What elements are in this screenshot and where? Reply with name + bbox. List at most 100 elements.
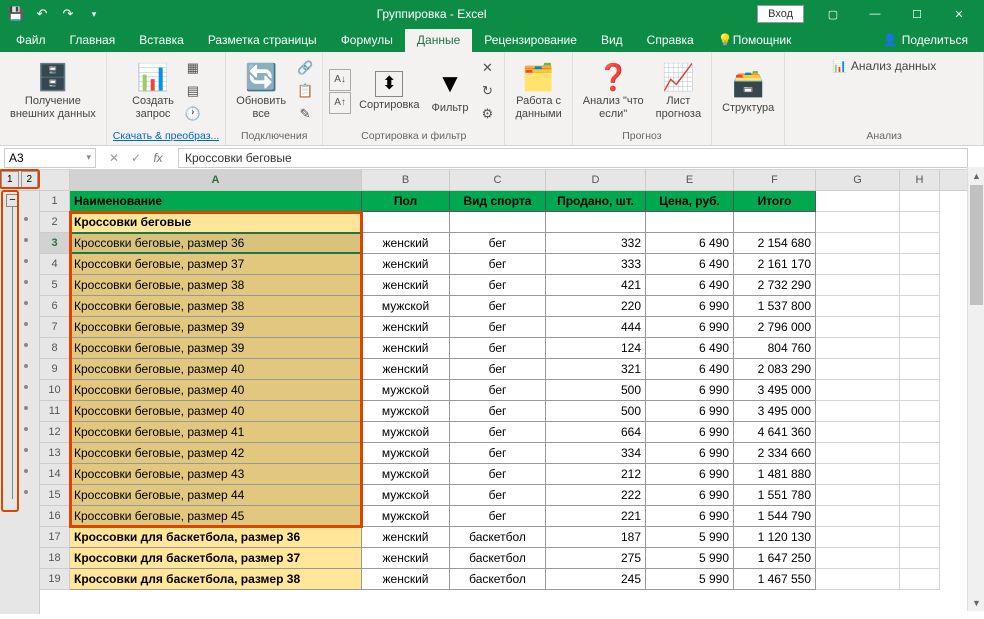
data-cell[interactable]: мужской (362, 443, 450, 464)
login-button[interactable]: Вход (757, 5, 804, 23)
empty-cell[interactable] (816, 464, 900, 485)
data-cell[interactable]: 5 990 (646, 548, 734, 569)
row-header[interactable]: 4 (40, 254, 70, 275)
data-cell[interactable]: баскетбол (450, 569, 546, 590)
connections-icon[interactable]: 🔗 (294, 57, 316, 79)
empty-cell[interactable] (816, 191, 900, 212)
name-cell[interactable]: Кроссовки беговые, размер 43 (70, 464, 362, 485)
data-cell[interactable]: 6 990 (646, 317, 734, 338)
row-header[interactable]: 16 (40, 506, 70, 527)
recent-sources-icon[interactable]: 🕐 (182, 103, 204, 125)
name-cell[interactable]: Кроссовки беговые, размер 38 (70, 275, 362, 296)
row-header[interactable]: 14 (40, 464, 70, 485)
empty-cell[interactable] (546, 212, 646, 233)
row-header[interactable]: 17 (40, 527, 70, 548)
data-cell[interactable]: бег (450, 401, 546, 422)
empty-cell[interactable] (816, 359, 900, 380)
name-cell[interactable]: Кроссовки беговые, размер 36 (70, 233, 362, 254)
data-cell[interactable]: бег (450, 485, 546, 506)
tab-review[interactable]: Рецензирование (472, 29, 589, 52)
row-header[interactable]: 18 (40, 548, 70, 569)
tab-pagelayout[interactable]: Разметка страницы (196, 29, 329, 52)
table-header-cell[interactable]: Вид спорта (450, 191, 546, 212)
data-cell[interactable]: 6 490 (646, 233, 734, 254)
col-header-G[interactable]: G (816, 170, 900, 190)
row-header[interactable]: 9 (40, 359, 70, 380)
col-header-E[interactable]: E (646, 170, 734, 190)
col-header-B[interactable]: B (362, 170, 450, 190)
col-header-A[interactable]: A (70, 170, 362, 190)
empty-cell[interactable] (816, 233, 900, 254)
col-header-F[interactable]: F (734, 170, 816, 190)
data-cell[interactable]: 221 (546, 506, 646, 527)
empty-cell[interactable] (816, 296, 900, 317)
name-cell[interactable]: Кроссовки беговые, размер 40 (70, 380, 362, 401)
data-cell[interactable]: мужской (362, 485, 450, 506)
data-cell[interactable]: 2 334 660 (734, 443, 816, 464)
name-cell[interactable]: Кроссовки беговые, размер 39 (70, 338, 362, 359)
empty-cell[interactable] (900, 569, 940, 590)
data-cell[interactable]: 5 990 (646, 569, 734, 590)
data-cell[interactable]: женский (362, 527, 450, 548)
clear-filter-icon[interactable]: ✕ (476, 57, 498, 79)
empty-cell[interactable] (900, 527, 940, 548)
empty-cell[interactable] (900, 401, 940, 422)
fx-icon[interactable]: fx (150, 151, 166, 165)
data-cell[interactable]: 500 (546, 401, 646, 422)
data-cell[interactable]: женский (362, 569, 450, 590)
data-cell[interactable]: бег (450, 296, 546, 317)
empty-cell[interactable] (816, 422, 900, 443)
empty-cell[interactable] (816, 317, 900, 338)
empty-cell[interactable] (900, 464, 940, 485)
data-cell[interactable]: мужской (362, 506, 450, 527)
row-header[interactable]: 11 (40, 401, 70, 422)
data-cell[interactable]: 332 (546, 233, 646, 254)
data-cell[interactable]: женский (362, 275, 450, 296)
data-cell[interactable]: 2 732 290 (734, 275, 816, 296)
table-header-cell[interactable]: Продано, шт. (546, 191, 646, 212)
data-cell[interactable]: 444 (546, 317, 646, 338)
data-cell[interactable]: женский (362, 254, 450, 275)
share-button[interactable]: 👤Поделиться (871, 29, 980, 52)
empty-cell[interactable] (900, 443, 940, 464)
empty-cell[interactable] (900, 212, 940, 233)
row-header[interactable]: 5 (40, 275, 70, 296)
name-cell[interactable]: Кроссовки беговые, размер 44 (70, 485, 362, 506)
tab-tellme[interactable]: 💡Помощник (706, 29, 804, 52)
data-cell[interactable]: 664 (546, 422, 646, 443)
empty-cell[interactable] (900, 254, 940, 275)
name-cell[interactable]: Кроссовки беговые, размер 40 (70, 401, 362, 422)
data-cell[interactable]: 1 481 880 (734, 464, 816, 485)
name-cell[interactable]: Кроссовки беговые, размер 41 (70, 422, 362, 443)
data-cell[interactable]: 334 (546, 443, 646, 464)
data-cell[interactable]: 2 161 170 (734, 254, 816, 275)
table-header-cell[interactable]: Цена, руб. (646, 191, 734, 212)
col-header-D[interactable]: D (546, 170, 646, 190)
data-tools-button[interactable]: 🗂️Работа с данными (511, 59, 565, 122)
empty-cell[interactable] (900, 191, 940, 212)
data-cell[interactable]: 6 490 (646, 359, 734, 380)
data-cell[interactable]: 804 760 (734, 338, 816, 359)
empty-cell[interactable] (816, 380, 900, 401)
data-cell[interactable]: женский (362, 548, 450, 569)
row-header[interactable]: 7 (40, 317, 70, 338)
data-cell[interactable]: бег (450, 338, 546, 359)
name-cell[interactable]: Кроссовки для баскетбола, размер 36 (70, 527, 362, 548)
edit-links-icon[interactable]: ✎ (294, 103, 316, 125)
data-cell[interactable]: мужской (362, 401, 450, 422)
name-box[interactable]: A3▾ (4, 148, 96, 168)
tab-data[interactable]: Данные (405, 29, 472, 52)
get-external-data-button[interactable]: 🗄️Получение внешних данных (6, 59, 100, 122)
empty-cell[interactable] (816, 527, 900, 548)
scroll-down-icon[interactable]: ▼ (968, 594, 984, 611)
new-query-button[interactable]: 📊Создать запрос (128, 59, 178, 122)
data-cell[interactable]: 2 796 000 (734, 317, 816, 338)
empty-cell[interactable] (900, 422, 940, 443)
data-cell[interactable]: 333 (546, 254, 646, 275)
cancel-formula-icon[interactable]: ✕ (106, 151, 122, 165)
sort-desc-icon[interactable]: A↑ (329, 92, 351, 114)
data-cell[interactable]: 1 467 550 (734, 569, 816, 590)
data-cell[interactable]: 500 (546, 380, 646, 401)
empty-cell[interactable] (900, 548, 940, 569)
group-cell[interactable]: Кроссовки беговые (70, 212, 362, 233)
